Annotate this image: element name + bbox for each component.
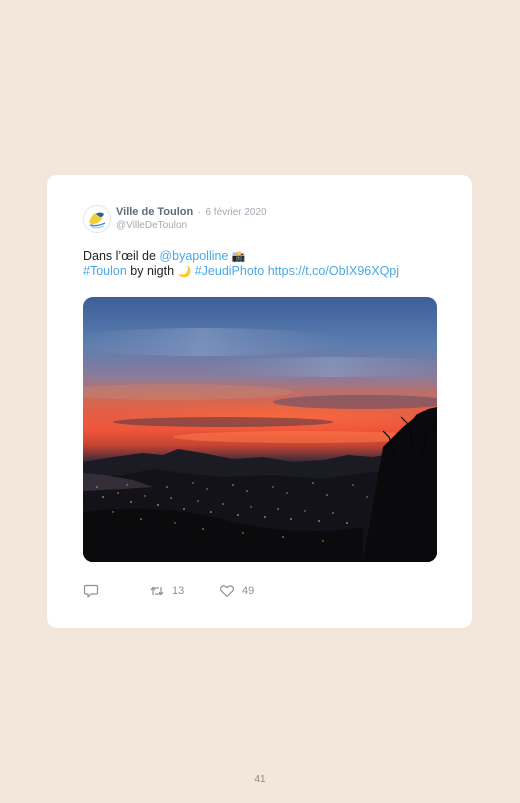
tweet-text-line-2: #Toulon by nigth 🌙 #JeudiPhoto https://t… — [83, 264, 443, 279]
hashtag-jeudiphoto-link[interactable]: #JeudiPhoto — [195, 264, 265, 278]
heart-icon — [220, 585, 234, 598]
city-logo-icon — [84, 206, 110, 232]
tweet-text-middle: by nigth — [126, 264, 178, 278]
sunset-city-photo — [83, 297, 437, 562]
retweet-count: 13 — [172, 585, 185, 597]
reply-button[interactable] — [83, 583, 99, 599]
like-button[interactable]: 49 — [219, 583, 254, 599]
tweet-photo[interactable] — [83, 297, 437, 562]
tweet-text-line-1: Dans l’œil de @byapolline 📸 — [83, 249, 443, 264]
avatar[interactable] — [83, 205, 111, 233]
mention-link[interactable]: @byapolline — [159, 249, 228, 263]
tweet-card: Ville de Toulon · 6 février 2020 @VilleD… — [47, 175, 472, 628]
header-separator: · — [197, 207, 202, 218]
tweet-date[interactable]: 6 février 2020 — [205, 207, 266, 218]
page-number: 41 — [254, 774, 266, 785]
hashtag-toulon-link[interactable]: #Toulon — [83, 264, 127, 278]
tweet-actions: 13 49 — [83, 583, 437, 599]
retweet-button[interactable]: 13 — [149, 583, 184, 599]
author-name[interactable]: Ville de Toulon — [116, 206, 193, 218]
tweet-text-prefix: Dans l’œil de — [83, 249, 160, 263]
retweet-icon — [150, 586, 164, 596]
camera-emoji: 📸 — [231, 250, 246, 263]
tweet-header: Ville de Toulon · 6 février 2020 @VilleD… — [116, 205, 267, 232]
tweet-text: Dans l’œil de @byapolline 📸 #Toulon by n… — [83, 249, 443, 279]
author-handle[interactable]: @VilleDeToulon — [116, 220, 267, 232]
reply-icon — [83, 584, 99, 598]
tweet-url-link[interactable]: https://t.co/ObIX96XQpj — [268, 264, 399, 278]
like-count: 49 — [242, 585, 255, 597]
moon-emoji: 🌙 — [177, 265, 192, 278]
